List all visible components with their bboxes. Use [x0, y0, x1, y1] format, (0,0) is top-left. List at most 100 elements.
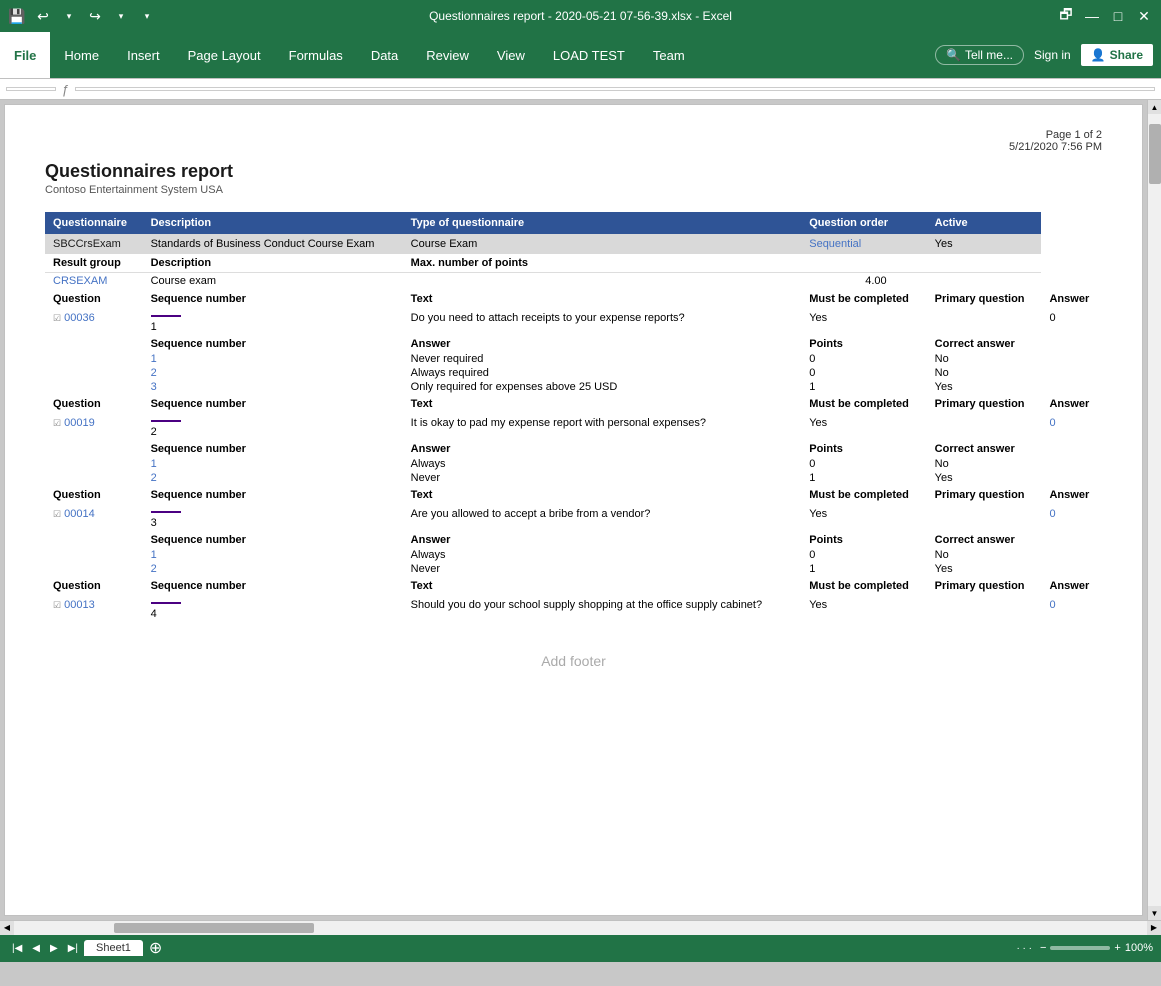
q3-must: Yes	[801, 505, 926, 532]
sheet-nav-next[interactable]: ▶	[46, 943, 62, 954]
q3-ah-seq: Sequence number	[143, 532, 403, 548]
q1-answer: 0	[1041, 309, 1102, 336]
q2-must-label: Must be completed	[801, 394, 926, 414]
formula-input[interactable]	[75, 87, 1155, 91]
tab-formulas[interactable]: Formulas	[275, 32, 357, 78]
q3-must-label: Must be completed	[801, 485, 926, 505]
zoom-level: 100%	[1125, 942, 1153, 954]
q2-header: Question Sequence number Text Must be co…	[45, 394, 1102, 414]
scroll-thumb[interactable]	[1149, 124, 1161, 184]
q2-ans-label: Answer	[1041, 394, 1102, 414]
rg-empty	[927, 254, 1042, 273]
redo-icon[interactable]: ↪	[86, 7, 104, 25]
tab-file[interactable]: File	[0, 32, 50, 78]
result-group-data: CRSEXAM Course exam 4.00	[45, 273, 1102, 290]
q1-a1-empty	[45, 352, 143, 366]
h-scroll-track	[14, 921, 1147, 935]
q2-a2-empty	[45, 471, 143, 485]
q4-header: Question Sequence number Text Must be co…	[45, 576, 1102, 596]
q1-a3-pts: 1	[801, 380, 926, 394]
q1-ans2: 2 Always required 0 No	[45, 366, 1102, 380]
q2-primary-label: Primary question	[927, 394, 1042, 414]
sheet-tab-1[interactable]: Sheet1	[84, 940, 143, 956]
scrollbar-vertical[interactable]: ▲ ▼	[1147, 100, 1161, 920]
scroll-down-arrow[interactable]: ▼	[1148, 906, 1161, 920]
h-scroll-thumb[interactable]	[114, 923, 314, 933]
q4-answer: 0	[1041, 596, 1102, 623]
q2-ah-empty	[45, 441, 143, 457]
title-bar-right: 🗗 — □ ✕	[1057, 7, 1153, 25]
undo-dropdown-icon[interactable]: ▾	[60, 7, 78, 25]
q-description: Standards of Business Conduct Course Exa…	[143, 234, 403, 254]
q1-primary-label: Primary question	[927, 289, 1042, 309]
scroll-right-arrow[interactable]: ▶	[1147, 921, 1161, 935]
sheet-nav-first[interactable]: |◀	[8, 943, 26, 954]
sheet-area: Page 1 of 2 5/21/2020 7:56 PM Questionna…	[4, 104, 1143, 916]
share-button[interactable]: 👤 Share	[1081, 44, 1153, 66]
tell-me-input[interactable]: 🔍 Tell me...	[935, 45, 1024, 65]
q2-id: ☑ 00019	[45, 414, 143, 441]
tab-home[interactable]: Home	[50, 32, 113, 78]
q3-a2-pts: 1	[801, 562, 926, 576]
q3-primary-label: Primary question	[927, 485, 1042, 505]
q3-a1-pts: 0	[801, 548, 926, 562]
save-icon[interactable]: 💾	[8, 7, 26, 25]
q1-ah-empty	[45, 336, 143, 352]
q1-primary	[927, 309, 1042, 336]
q3-a2-empty	[45, 562, 143, 576]
q4-q-label: Question	[45, 576, 143, 596]
main-table: Questionnaire Description Type of questi…	[45, 212, 1102, 623]
tab-data[interactable]: Data	[357, 32, 412, 78]
name-box[interactable]	[6, 87, 56, 91]
tab-insert[interactable]: Insert	[113, 32, 174, 78]
add-sheet-button[interactable]: ⊕	[145, 938, 166, 958]
redo-dropdown-icon[interactable]: ▾	[112, 7, 130, 25]
zoom-out-icon[interactable]: −	[1040, 942, 1046, 954]
search-icon: 🔍	[946, 48, 961, 62]
q3-a1-correct: No	[927, 548, 1042, 562]
q4-must: Yes	[801, 596, 926, 623]
tab-review[interactable]: Review	[412, 32, 483, 78]
q2-a2-seq: 2	[143, 471, 403, 485]
q2-must: Yes	[801, 414, 926, 441]
undo-icon[interactable]: ↩	[34, 7, 52, 25]
scroll-left-arrow[interactable]: ◀	[0, 921, 14, 935]
rg-id: CRSEXAM	[45, 273, 143, 290]
restore-window-icon[interactable]: 🗗	[1057, 7, 1075, 25]
q4-seq-label: Sequence number	[143, 576, 403, 596]
q2-a1-pts: 0	[801, 457, 926, 471]
q3-a2-text: Never	[403, 562, 802, 576]
minimize-icon[interactable]: —	[1083, 7, 1101, 25]
sheet-nav-last[interactable]: ▶|	[64, 943, 82, 954]
scroll-up-arrow[interactable]: ▲	[1148, 100, 1161, 114]
zoom-slider[interactable]	[1050, 946, 1110, 950]
add-footer[interactable]: Add footer	[45, 633, 1102, 689]
customize-qat-icon[interactable]: ▾	[138, 7, 156, 25]
rg-max-value: 4.00	[403, 273, 927, 290]
zoom-control: − + 100%	[1040, 942, 1153, 954]
q3-text: Are you allowed to accept a bribe from a…	[403, 505, 802, 532]
ribbon-right: 🔍 Tell me... Sign in 👤 Share	[935, 32, 1161, 78]
q1-ah-seq: Sequence number	[143, 336, 403, 352]
q2-a1-seq: 1	[143, 457, 403, 471]
tab-view[interactable]: View	[483, 32, 539, 78]
zoom-in-icon[interactable]: +	[1114, 942, 1120, 954]
q2-primary	[927, 414, 1042, 441]
tab-team[interactable]: Team	[639, 32, 699, 78]
q1-id: ☑ 00036	[45, 309, 143, 336]
sign-in-button[interactable]: Sign in	[1028, 46, 1077, 64]
close-icon[interactable]: ✕	[1135, 7, 1153, 25]
bottom-right: · · · − + 100%	[1016, 942, 1153, 954]
q2-ah-seq: Sequence number	[143, 441, 403, 457]
tab-load-test[interactable]: LOAD TEST	[539, 32, 639, 78]
q1-ah-pts: Points	[801, 336, 926, 352]
maximize-icon[interactable]: □	[1109, 7, 1127, 25]
tab-page-layout[interactable]: Page Layout	[174, 32, 275, 78]
result-group-header: Result group Description Max. number of …	[45, 254, 1102, 273]
rg-label: Result group	[45, 254, 143, 273]
q1-seq: 1	[143, 309, 403, 336]
sheet-nav-prev[interactable]: ◀	[28, 943, 44, 954]
scrollbar-horizontal[interactable]: ◀ ▶	[0, 920, 1161, 934]
q2-a2-pts: 1	[801, 471, 926, 485]
q1-header: Question Sequence number Text Must be co…	[45, 289, 1102, 309]
